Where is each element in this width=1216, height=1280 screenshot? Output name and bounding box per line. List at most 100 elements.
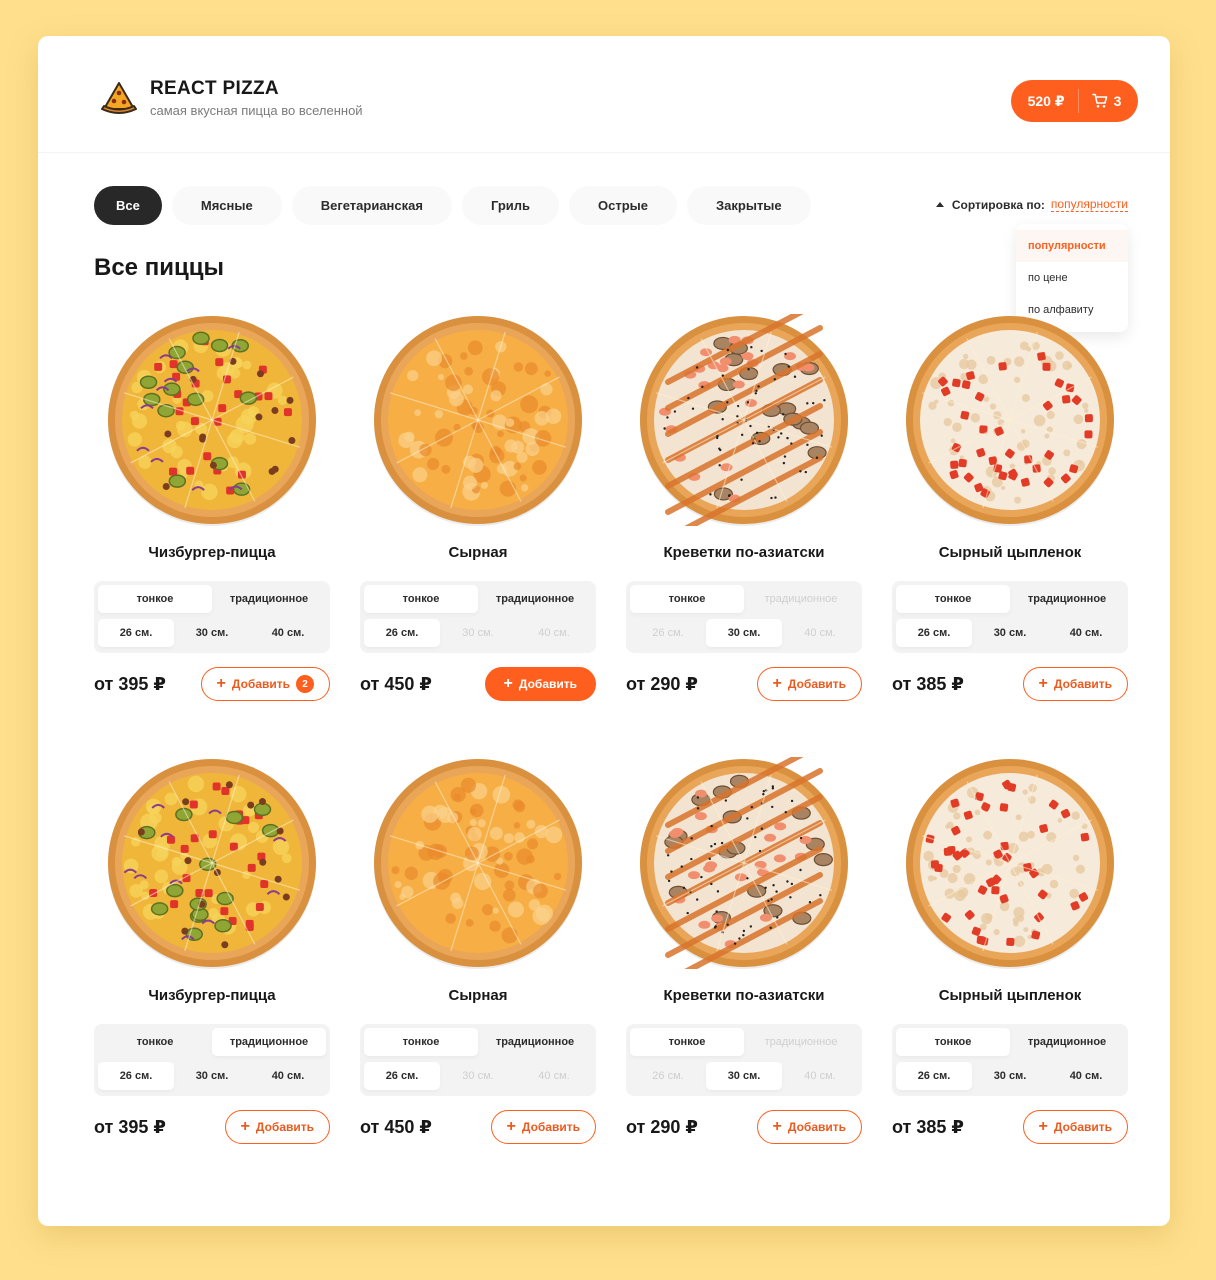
plus-icon: + xyxy=(1038,1118,1048,1135)
size-option[interactable]: 40 см. xyxy=(1048,1062,1124,1090)
size-option[interactable]: 30 см. xyxy=(706,1062,782,1090)
sort-label: Сортировка по: xyxy=(951,197,1045,212)
category-button[interactable]: Вегетарианская xyxy=(291,186,452,225)
plus-icon: + xyxy=(240,1118,250,1135)
add-to-cart-button[interactable]: + Добавить xyxy=(1022,1110,1128,1144)
logo[interactable]: REACT PIZZA самая вкусная пицца во вселе… xyxy=(100,78,363,118)
dough-type-option[interactable]: тонкое xyxy=(630,1028,744,1056)
size-option[interactable]: 26 см. xyxy=(896,1062,972,1090)
plus-icon: + xyxy=(506,1118,516,1135)
size-option[interactable]: 40 см. xyxy=(250,1062,326,1090)
size-option[interactable]: 26 см. xyxy=(364,619,440,647)
size-option: 30 см. xyxy=(462,1070,494,1082)
add-to-cart-button[interactable]: + Добавить xyxy=(484,667,596,701)
size-option[interactable]: 40 см. xyxy=(250,619,326,647)
sort-arrow-icon xyxy=(935,202,944,207)
pizza-bottom: от 385 ₽ + Добавить xyxy=(892,1110,1128,1144)
plus-icon: + xyxy=(772,675,782,692)
category-button[interactable]: Острые xyxy=(569,186,678,225)
sort-option[interactable]: по цене xyxy=(1016,262,1128,294)
add-to-cart-button[interactable]: + Добавить 2 xyxy=(200,667,330,701)
add-button-label: Добавить xyxy=(787,677,846,691)
dough-type-option[interactable]: традиционное xyxy=(478,1028,592,1056)
pizza-price: от 290 ₽ xyxy=(626,673,698,694)
dough-type-option[interactable]: тонкое xyxy=(896,585,1010,613)
size-option[interactable]: 26 см. xyxy=(896,619,972,647)
size-option: 40 см. xyxy=(538,1070,570,1082)
pizza-price: от 385 ₽ xyxy=(892,1116,964,1137)
dough-type-option[interactable]: традиционное xyxy=(478,585,592,613)
size-row: 26 см. 30 см. 40 см. xyxy=(630,1062,858,1090)
pizza-card: Чизбургер-пицца тонкое традиционное 26 см. 3… xyxy=(94,757,330,1154)
pizza-image xyxy=(374,759,582,969)
add-to-cart-button[interactable]: + Добавить xyxy=(756,667,862,701)
dough-type-row: тонкое традиционное xyxy=(364,585,592,613)
category-button[interactable]: Закрытые xyxy=(687,186,811,225)
pizza-name: Сырная xyxy=(448,544,508,561)
dough-type-option[interactable]: тонкое xyxy=(364,585,478,613)
pizza-image xyxy=(640,757,848,969)
pizza-price: от 385 ₽ xyxy=(892,673,964,694)
pizza-selector: тонкое традиционное 26 см. 30 см. 40 см. xyxy=(360,1024,596,1096)
pizza-name: Сырный цыпленок xyxy=(938,544,1082,561)
plus-icon: + xyxy=(216,675,226,692)
cart-button[interactable]: 520 ₽ 3 xyxy=(1011,80,1138,122)
size-option: 26 см. xyxy=(652,1070,684,1082)
size-option: 40 см. xyxy=(804,627,836,639)
dough-type-option[interactable]: традиционное xyxy=(212,1028,326,1056)
pizza-grid: Чизбургер-пицца тонкое традиционное 26 см. 3… xyxy=(94,314,1128,1154)
size-option[interactable]: 40 см. xyxy=(1048,619,1124,647)
cart-total: 520 ₽ xyxy=(1027,92,1065,109)
dough-type-option[interactable]: тонкое xyxy=(364,1028,478,1056)
dough-type-option: традиционное xyxy=(764,593,838,605)
plus-icon: + xyxy=(1038,675,1048,692)
pizza-image xyxy=(906,316,1114,526)
cart-divider xyxy=(1077,89,1079,113)
size-option[interactable]: 30 см. xyxy=(972,619,1048,647)
add-button-label: Добавить xyxy=(518,677,577,691)
add-to-cart-button[interactable]: + Добавить xyxy=(224,1110,330,1144)
size-option[interactable]: 26 см. xyxy=(364,1062,440,1090)
category-button[interactable]: Мясные xyxy=(171,186,282,225)
header: REACT PIZZA самая вкусная пицца во вселе… xyxy=(38,36,1170,153)
pizza-card: Сырная тонкое традиционное 26 см. 30 см. 40 с… xyxy=(360,757,596,1154)
add-to-cart-button[interactable]: + Добавить xyxy=(490,1110,596,1144)
pizza-name: Чизбургер-пицца xyxy=(148,987,276,1004)
category-button[interactable]: Все xyxy=(94,186,162,225)
pizza-image xyxy=(108,759,316,969)
dough-type-option[interactable]: тонкое xyxy=(630,585,744,613)
size-row: 26 см. 30 см. 40 см. xyxy=(98,619,326,647)
pizza-price: от 395 ₽ xyxy=(94,673,166,694)
dough-type-row: тонкое традиционное xyxy=(630,1028,858,1056)
size-option[interactable]: 30 см. xyxy=(972,1062,1048,1090)
dough-type-option[interactable]: тонкое xyxy=(98,585,212,613)
sort-option[interactable]: популярности xyxy=(1016,230,1128,262)
size-option[interactable]: 26 см. xyxy=(98,1062,174,1090)
dough-type-option[interactable]: тонкое xyxy=(896,1028,1010,1056)
size-option[interactable]: 30 см. xyxy=(706,619,782,647)
logo-title: REACT PIZZA xyxy=(150,78,279,99)
add-to-cart-button[interactable]: + Добавить xyxy=(756,1110,862,1144)
pizza-price: от 290 ₽ xyxy=(626,1116,698,1137)
cart-icon xyxy=(1091,93,1107,108)
sort-value[interactable]: популярности xyxy=(1050,197,1128,212)
size-option[interactable]: 30 см. xyxy=(174,1062,250,1090)
size-option[interactable]: 26 см. xyxy=(98,619,174,647)
pizza-image xyxy=(640,314,848,526)
add-to-cart-button[interactable]: + Добавить xyxy=(1022,667,1128,701)
pizza-image xyxy=(108,316,316,526)
dough-type-option[interactable]: традиционное xyxy=(1010,1028,1124,1056)
dough-type-option: традиционное xyxy=(764,1036,838,1048)
dough-type-option[interactable]: традиционное xyxy=(1010,585,1124,613)
dough-type-option[interactable]: традиционное xyxy=(212,585,326,613)
add-button-label: Добавить xyxy=(1053,1120,1112,1134)
dough-type-option[interactable]: тонкое xyxy=(98,1028,212,1056)
cart-count: 3 xyxy=(1113,93,1122,109)
size-option: 40 см. xyxy=(538,627,570,639)
size-option[interactable]: 30 см. xyxy=(174,619,250,647)
pizza-price: от 450 ₽ xyxy=(360,673,432,694)
pizza-selector: тонкое традиционное 26 см. 30 см. 40 см. xyxy=(94,581,330,653)
pizza-price: от 395 ₽ xyxy=(94,1116,166,1137)
category-button[interactable]: Гриль xyxy=(461,186,560,225)
plus-icon: + xyxy=(772,1118,782,1135)
